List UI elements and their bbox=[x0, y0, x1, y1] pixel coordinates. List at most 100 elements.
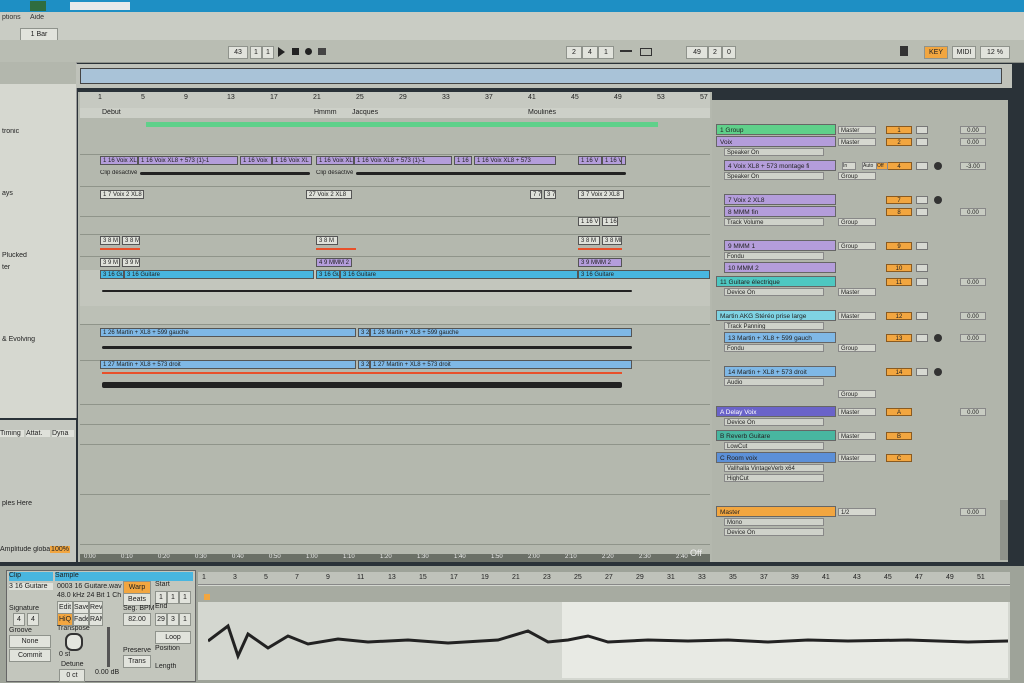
track-activator[interactable]: 2 bbox=[886, 138, 912, 146]
track-header-martin-droit[interactable]: 14 Martin + XL8 + 573 droit bbox=[724, 366, 836, 377]
solo-button[interactable] bbox=[916, 138, 928, 146]
volume-field[interactable]: -3.00 bbox=[960, 162, 986, 170]
sample-start-marker[interactable] bbox=[204, 594, 210, 600]
off-button[interactable]: Off bbox=[876, 162, 888, 170]
lane-voix-xl8[interactable]: 1 16 Voix XL 1 16 Voix XL8 + 573 (1)-1 1… bbox=[80, 154, 710, 187]
play-icon[interactable] bbox=[278, 47, 285, 57]
locator-hmmm[interactable]: Hmmm bbox=[314, 109, 337, 116]
track-output[interactable]: Group bbox=[838, 172, 876, 180]
loop-start-bar[interactable]: 49 bbox=[686, 46, 708, 59]
lane-martin-akg[interactable] bbox=[80, 306, 710, 325]
automation-line[interactable] bbox=[578, 248, 622, 250]
locator-debut[interactable]: Début bbox=[102, 109, 121, 116]
track-header-room-voix[interactable]: C Room voix bbox=[716, 452, 836, 463]
clip[interactable]: 1 16 bbox=[454, 156, 472, 165]
track-activator[interactable]: 1 bbox=[886, 126, 912, 134]
lane-guitare-electrique[interactable]: 3 16 Gu 3 16 Guitare 3 16 Gu 3 16 Guitar… bbox=[80, 270, 710, 307]
lane-room-voix[interactable] bbox=[80, 444, 710, 495]
param-tab-attack[interactable]: Attat. bbox=[26, 430, 50, 437]
end-bar-field[interactable]: 29 bbox=[155, 613, 167, 626]
solo-button[interactable] bbox=[916, 278, 928, 286]
browser-item[interactable]: ter bbox=[2, 264, 10, 271]
signature-den-field[interactable]: 4 bbox=[27, 613, 39, 626]
clip[interactable]: 1 16 Voix XL bbox=[100, 156, 138, 165]
clip[interactable]: 3 9 M bbox=[100, 258, 120, 267]
lane-reverb-guitare[interactable] bbox=[80, 424, 710, 445]
browser-item[interactable]: & Evolving bbox=[2, 336, 35, 343]
pencil-icon[interactable] bbox=[900, 46, 908, 56]
volume-field[interactable]: 0.00 bbox=[960, 278, 986, 286]
signature-num-field[interactable]: 4 bbox=[13, 613, 25, 626]
end-sixteenth-field[interactable]: 1 bbox=[179, 613, 191, 626]
overview-window[interactable] bbox=[80, 68, 1002, 84]
device-chooser[interactable]: Fondu bbox=[724, 344, 824, 352]
device-chooser[interactable]: Speaker On bbox=[724, 172, 824, 180]
track-header-mmm2[interactable]: 10 MMM 2 bbox=[724, 262, 836, 273]
param-tab-timing[interactable]: Timing bbox=[0, 430, 24, 437]
clip[interactable]: 3 16 Gu bbox=[316, 270, 340, 279]
locator-jacques[interactable]: Jacques bbox=[352, 109, 378, 116]
track-output[interactable]: Master bbox=[838, 288, 876, 296]
loop-icon[interactable] bbox=[640, 48, 652, 56]
solo-button[interactable] bbox=[916, 264, 928, 272]
lane-master[interactable] bbox=[80, 494, 710, 545]
device-chooser[interactable]: LowCut bbox=[724, 442, 824, 450]
device-chooser[interactable]: Device On bbox=[724, 528, 824, 536]
clip[interactable]: 27 Voix 2 XL8 bbox=[306, 190, 352, 199]
track-output[interactable]: Group bbox=[838, 390, 876, 398]
overdub-icon[interactable] bbox=[318, 48, 326, 55]
clip[interactable]: 1 26 Martin + XL8 + 599 gauche bbox=[100, 328, 356, 337]
clip[interactable]: 3 16 Gu bbox=[100, 270, 124, 279]
device-chooser[interactable]: Speaker On bbox=[724, 148, 824, 156]
device-chooser[interactable]: Device On bbox=[724, 418, 824, 426]
track-activator[interactable]: 11 bbox=[886, 278, 912, 286]
volume-field[interactable]: 0.00 bbox=[960, 312, 986, 320]
clip[interactable]: 7 7 bbox=[530, 190, 542, 199]
track-activator[interactable]: A bbox=[886, 408, 912, 416]
track-activator[interactable]: B bbox=[886, 432, 912, 440]
clip[interactable]: 3 8 MM bbox=[602, 236, 622, 245]
track-header-mmm-fin[interactable]: 8 MMM fin bbox=[724, 206, 836, 217]
volume-field[interactable]: 0.00 bbox=[960, 138, 986, 146]
clip[interactable]: 3 9 M bbox=[122, 258, 140, 267]
clip[interactable]: 3 2 bbox=[358, 328, 370, 337]
sample-tab[interactable]: Sample bbox=[55, 572, 193, 581]
warp-marker-lane[interactable] bbox=[198, 586, 1010, 602]
device-chooser[interactable]: Track Volume bbox=[724, 218, 824, 226]
automation-line[interactable] bbox=[316, 248, 356, 250]
arm-button[interactable] bbox=[934, 196, 942, 204]
track-header-mmm1[interactable]: 9 MMM 1 bbox=[724, 240, 836, 251]
commit-button[interactable]: Commit bbox=[9, 649, 51, 662]
global-amplitude-value[interactable]: 100% bbox=[50, 546, 70, 553]
clip[interactable]: 3 8 M bbox=[316, 236, 338, 245]
clip[interactable]: 3 8 M bbox=[122, 236, 140, 245]
loop-start-beat[interactable]: 2 bbox=[708, 46, 722, 59]
track-header-martin-akg[interactable]: Martin AKG Stéréo prise large bbox=[716, 310, 836, 321]
volume-field[interactable]: 0.00 bbox=[960, 508, 986, 516]
arrangement-overview[interactable] bbox=[76, 64, 1012, 88]
clip[interactable]: 1 16 Voix XL bbox=[272, 156, 312, 165]
solo-button[interactable] bbox=[916, 312, 928, 320]
clip[interactable]: 1 27 Martin + XL8 + 573 droit bbox=[370, 360, 632, 369]
track-activator[interactable]: 9 bbox=[886, 242, 912, 250]
window-control[interactable] bbox=[70, 2, 130, 10]
follow-icon[interactable] bbox=[620, 50, 632, 52]
arm-button[interactable] bbox=[934, 334, 942, 342]
detune-field[interactable]: 0 ct bbox=[59, 669, 85, 682]
start-beat-field[interactable]: 1 bbox=[167, 591, 179, 604]
track-header-group[interactable]: 1 Group bbox=[716, 124, 836, 135]
clip[interactable]: 3 16 Guitare bbox=[124, 270, 314, 279]
groove-select[interactable]: None bbox=[9, 635, 51, 648]
solo-button[interactable] bbox=[916, 208, 928, 216]
clip[interactable]: 1 16 Voix XL bbox=[316, 156, 354, 165]
track-output[interactable]: Master bbox=[838, 408, 876, 416]
solo-button[interactable] bbox=[916, 126, 928, 134]
locator-moulines[interactable]: Moulinés bbox=[528, 109, 556, 116]
lane-mmm-fin[interactable]: 1 16 V 1 16 V bbox=[80, 216, 710, 235]
signature-den[interactable]: 1 bbox=[262, 46, 274, 59]
preserve-select[interactable]: Trans bbox=[123, 655, 151, 668]
menu-item-options[interactable]: ptions bbox=[2, 14, 21, 21]
seg-bpm-field[interactable]: 82.00 bbox=[123, 613, 151, 626]
browser-item[interactable]: ays bbox=[2, 190, 13, 197]
clip[interactable]: 3 8 M bbox=[100, 236, 120, 245]
